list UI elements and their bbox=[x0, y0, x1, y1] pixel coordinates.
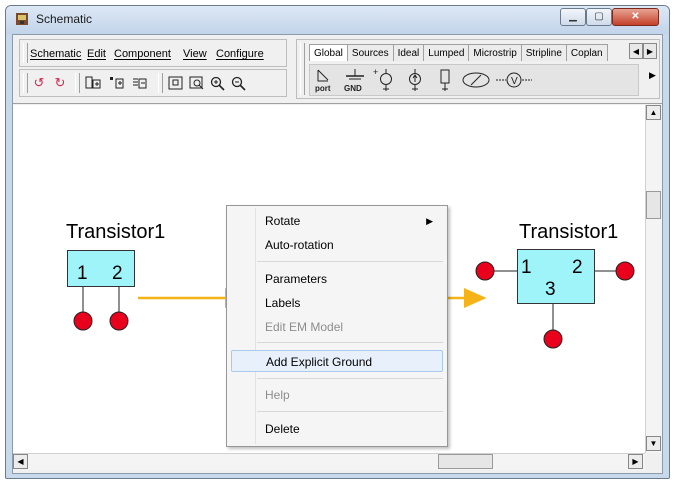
right-pin-3-node bbox=[543, 329, 563, 349]
left-component-label: Transistor1 bbox=[66, 221, 166, 243]
palette-more-arrow-icon[interactable]: ▶ bbox=[649, 70, 656, 81]
right-component-label: Transistor1 bbox=[519, 221, 619, 243]
close-button[interactable]: ✕ bbox=[612, 8, 659, 26]
submenu-arrow-icon: ▶ bbox=[426, 216, 433, 226]
menu-item-edit-em-model: Edit EM Model bbox=[265, 320, 344, 334]
right-pin-1-node bbox=[475, 261, 495, 281]
context-menu: Rotate ▶ Auto-rotation Parameters Labels… bbox=[226, 205, 448, 447]
toolbar-separator bbox=[158, 73, 163, 93]
tab-stripline[interactable]: Stripline bbox=[520, 44, 567, 61]
fit-view-icon[interactable] bbox=[167, 75, 185, 91]
menu-separator bbox=[257, 411, 443, 412]
zoom-area-icon[interactable] bbox=[188, 75, 206, 91]
duplicate-component-icon[interactable] bbox=[131, 75, 149, 91]
tab-global[interactable]: Global bbox=[309, 44, 348, 61]
zoom-out-icon[interactable] bbox=[230, 75, 248, 91]
horizontal-scroll-thumb[interactable] bbox=[438, 454, 493, 469]
voltmeter-icon[interactable]: V bbox=[494, 67, 534, 93]
right-pin-1-label: 1 bbox=[521, 257, 532, 278]
schematic-window: Schematic ▁ ▢ ✕ Schematic Edit Component… bbox=[5, 5, 670, 479]
menu-item-labels[interactable]: Labels bbox=[231, 292, 443, 314]
left-pin-1-node bbox=[73, 311, 93, 331]
menu-item-auto-rotation[interactable]: Auto-rotation bbox=[231, 234, 443, 256]
port-icon[interactable]: port bbox=[312, 67, 338, 93]
zoom-in-icon[interactable] bbox=[209, 75, 227, 91]
undo-icon[interactable]: ↺ bbox=[30, 75, 48, 91]
right-pin-2-label: 2 bbox=[572, 257, 583, 278]
menu-separator bbox=[257, 261, 443, 262]
menubar-grip[interactable] bbox=[23, 43, 28, 63]
tab-scroll-left-icon[interactable]: ◀ bbox=[629, 43, 643, 59]
schematic-canvas[interactable]: Transistor1 1 2 Transistor1 1 2 3 Rotate… bbox=[13, 105, 645, 453]
menu-item-help: Help bbox=[265, 388, 290, 402]
maximize-button[interactable]: ▢ bbox=[586, 8, 612, 26]
palette-tabs: Global Sources Ideal Lumped Microstrip Stripl… bbox=[309, 43, 649, 65]
scroll-up-icon[interactable]: ▲ bbox=[646, 105, 661, 120]
left-pin-1-label: 1 bbox=[77, 263, 88, 284]
edit-toolbar: ↺ ↻ bbox=[19, 69, 287, 97]
tab-lumped[interactable]: Lumped bbox=[423, 44, 470, 61]
menu-schematic[interactable]: Schematic bbox=[30, 48, 81, 60]
paste-component-icon[interactable] bbox=[108, 75, 126, 91]
menu-item-rotate[interactable]: Rotate ▶ bbox=[231, 210, 443, 232]
toolbar-separator bbox=[75, 73, 80, 93]
tab-coplanar[interactable]: Coplan bbox=[565, 44, 608, 61]
menu-bar: Schematic Edit Component View Configure bbox=[19, 39, 287, 67]
title-bar[interactable]: Schematic ▁ ▢ ✕ bbox=[6, 6, 669, 34]
menu-item-parameters[interactable]: Parameters bbox=[231, 268, 443, 290]
tab-microstrip[interactable]: Microstrip bbox=[468, 44, 522, 61]
tab-ideal[interactable]: Ideal bbox=[392, 44, 425, 61]
probe-icon[interactable] bbox=[432, 67, 458, 93]
copy-component-icon[interactable] bbox=[84, 75, 102, 91]
scroll-down-icon[interactable]: ▼ bbox=[646, 436, 661, 451]
horizontal-scrollbar[interactable]: ◀ ▶ bbox=[13, 453, 645, 470]
resize-grip-icon[interactable] bbox=[645, 453, 662, 470]
minimize-button[interactable]: ▁ bbox=[560, 8, 586, 26]
tab-scroll-right-icon[interactable]: ▶ bbox=[643, 43, 657, 59]
svg-text:+: + bbox=[373, 67, 378, 77]
right-pin-3-label: 3 bbox=[545, 279, 556, 300]
menu-separator bbox=[257, 342, 443, 343]
gnd-label: GND bbox=[344, 84, 362, 93]
tab-sources[interactable]: Sources bbox=[346, 44, 394, 61]
menu-item-rotate-label: Rotate bbox=[265, 214, 301, 228]
redo-icon[interactable]: ↻ bbox=[51, 75, 69, 91]
vertical-scroll-thumb[interactable] bbox=[646, 191, 661, 219]
menu-item-add-explicit-ground[interactable]: Add Explicit Ground bbox=[231, 350, 443, 372]
svg-text:V: V bbox=[511, 76, 518, 87]
component-palette: Global Sources Ideal Lumped Microstrip Stripl… bbox=[296, 39, 660, 99]
window-title: Schematic bbox=[36, 12, 93, 26]
scroll-right-icon[interactable]: ▶ bbox=[628, 454, 643, 469]
toolbar-area: Schematic Edit Component View Configure … bbox=[13, 35, 662, 104]
voltage-source-icon[interactable]: + bbox=[372, 67, 398, 93]
client-area: Schematic Edit Component View Configure … bbox=[12, 34, 663, 474]
right-pin-2-node bbox=[615, 261, 635, 281]
menu-component[interactable]: Component bbox=[114, 48, 171, 60]
menu-separator bbox=[257, 378, 443, 379]
port-label: port bbox=[315, 84, 331, 93]
left-pin-2-node bbox=[109, 311, 129, 331]
left-pin-2-label: 2 bbox=[112, 263, 123, 284]
app-icon bbox=[16, 13, 28, 25]
pattern-icon[interactable] bbox=[460, 67, 492, 93]
current-source-icon[interactable] bbox=[402, 67, 428, 93]
ground-icon[interactable]: GND bbox=[342, 67, 368, 93]
menu-configure[interactable]: Configure bbox=[216, 48, 264, 60]
palette-grip[interactable] bbox=[300, 43, 305, 95]
menu-edit[interactable]: Edit bbox=[87, 48, 106, 60]
vertical-scrollbar[interactable]: ▲ ▼ bbox=[645, 105, 662, 453]
toolbar-grip[interactable] bbox=[23, 73, 28, 93]
menu-view[interactable]: View bbox=[183, 48, 207, 60]
menu-item-delete[interactable]: Delete bbox=[231, 418, 443, 440]
palette-items: port GND + V bbox=[309, 64, 639, 96]
scroll-left-icon[interactable]: ◀ bbox=[13, 454, 28, 469]
